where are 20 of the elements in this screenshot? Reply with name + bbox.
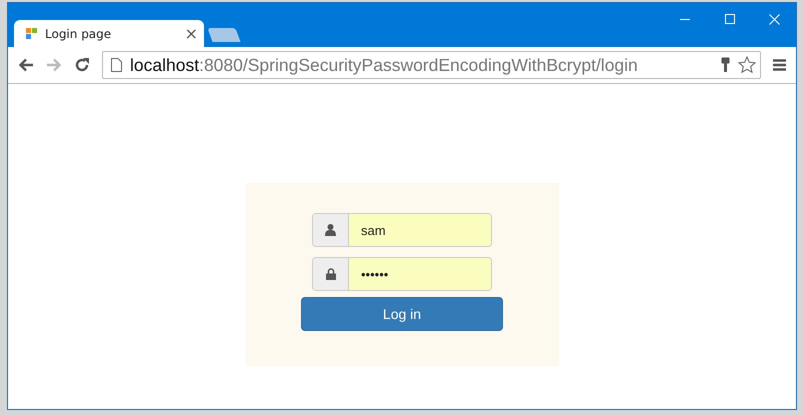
lock-icon — [326, 268, 336, 280]
back-arrow-icon[interactable] — [18, 58, 34, 72]
input-field[interactable]: sam — [312, 213, 492, 247]
star-icon[interactable] — [738, 56, 756, 74]
key-icon[interactable] — [721, 57, 730, 73]
input-field[interactable]: •••••• — [312, 257, 492, 291]
reload-icon[interactable] — [74, 57, 90, 73]
user-icon — [325, 224, 336, 236]
browser-tab[interactable]: Login page × — [14, 20, 204, 47]
new-tab-button[interactable] — [207, 28, 241, 42]
login-button[interactable]: Log in — [301, 297, 503, 331]
menu-icon[interactable] — [773, 59, 786, 71]
url-text: localhost:8080/SpringSecurityPasswordEncodingWithBcrypt/login — [130, 54, 639, 76]
tiles-icon — [26, 28, 38, 40]
close-tab-button[interactable]: × — [184, 26, 198, 42]
page-icon — [111, 58, 122, 72]
maximize-icon[interactable] — [725, 14, 735, 24]
tab-title: Login page — [45, 26, 112, 40]
close-icon[interactable] — [769, 14, 780, 24]
address-bar[interactable]: localhost:8080/SpringSecurityPasswordEncodingWithBcrypt/login — [102, 51, 761, 79]
